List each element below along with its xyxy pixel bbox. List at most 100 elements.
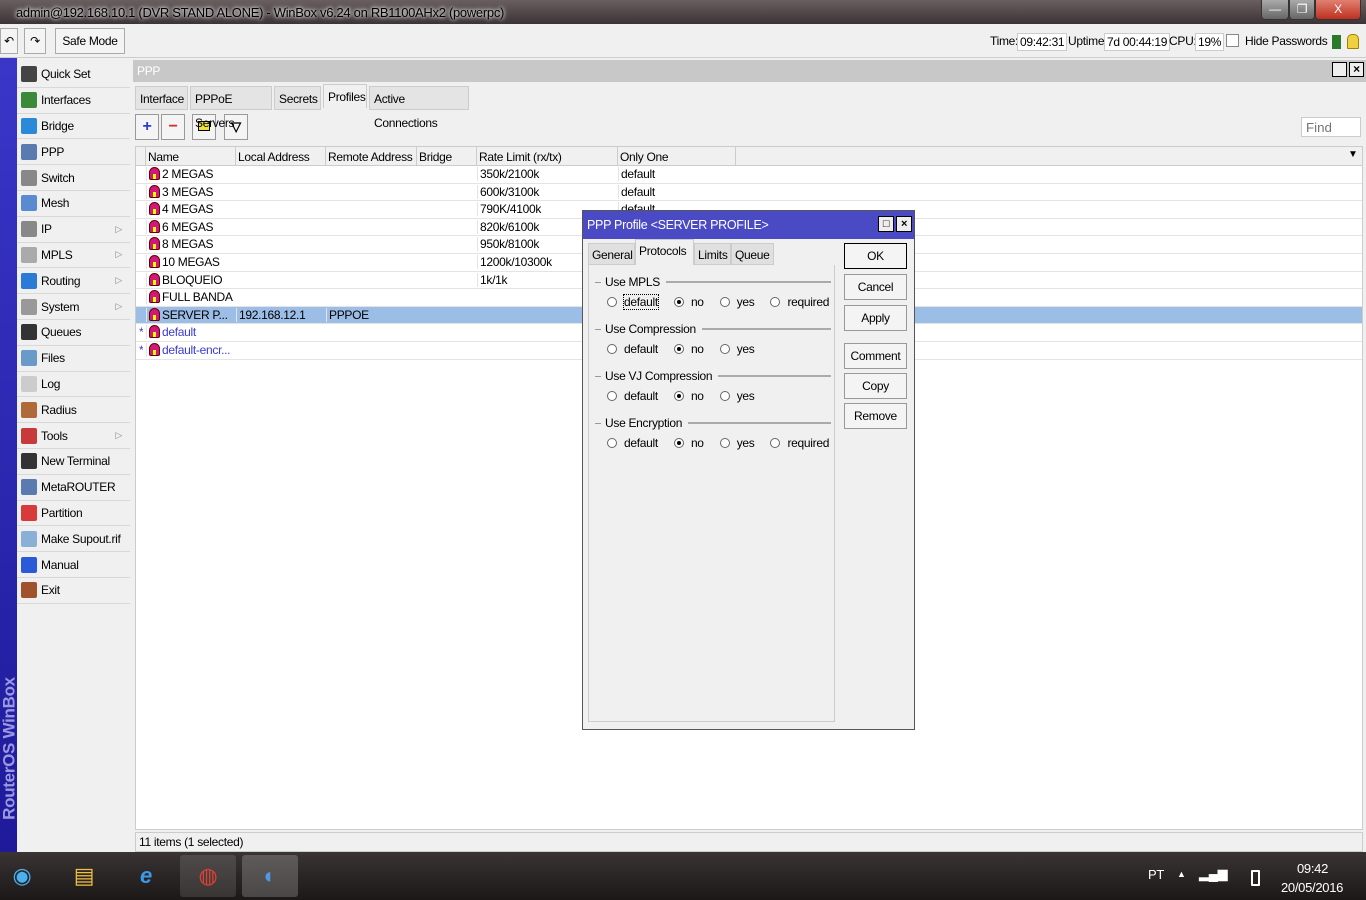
- volume-icon[interactable]: 🔈︎: [1223, 865, 1231, 882]
- column-header-rate[interactable]: Rate Limit (rx/tx): [477, 147, 618, 166]
- tab-protocols[interactable]: Protocols: [635, 239, 694, 265]
- sidebar-item-exit[interactable]: Exit: [17, 578, 130, 604]
- table-row[interactable]: 2 MEGAS 350k/2100k default: [136, 166, 1362, 184]
- tab-general[interactable]: General: [588, 243, 635, 265]
- radio-button[interactable]: [607, 438, 617, 448]
- language-indicator[interactable]: PT: [1148, 867, 1164, 882]
- tab-profiles[interactable]: Profiles: [323, 84, 367, 108]
- sidebar-item-interfaces[interactable]: Interfaces: [17, 88, 130, 114]
- column-header-remote[interactable]: Remote Address: [326, 147, 417, 166]
- group-use-encryption: Use Encryption default no yes required: [595, 416, 831, 450]
- radio-required[interactable]: required: [770, 436, 829, 450]
- remove-button[interactable]: −: [161, 114, 185, 140]
- radio-button[interactable]: [607, 344, 617, 354]
- sidebar-item-new-terminal[interactable]: New Terminal: [17, 449, 130, 475]
- ok-button[interactable]: OK: [844, 243, 907, 269]
- column-menu-icon[interactable]: ▼: [1348, 149, 1358, 160]
- radio-default[interactable]: default: [607, 389, 658, 403]
- safe-mode-button[interactable]: Safe Mode: [55, 28, 125, 54]
- column-header-local[interactable]: Local Address: [236, 147, 326, 166]
- sidebar-item-routing[interactable]: Routing ▷: [17, 268, 130, 295]
- tab-pppoe-servers[interactable]: PPPoE Servers: [190, 86, 272, 130]
- sidebar-item-mesh[interactable]: Mesh: [17, 191, 130, 217]
- radio-no[interactable]: no: [673, 389, 704, 403]
- close-icon[interactable]: ×: [1349, 62, 1364, 77]
- sidebar-item-radius[interactable]: Radius: [17, 397, 130, 424]
- sidebar-item-mpls[interactable]: MPLS ▷: [17, 243, 130, 269]
- radio-default[interactable]: default: [607, 436, 658, 450]
- tab-limits[interactable]: Limits: [694, 243, 731, 265]
- radio-no[interactable]: no: [673, 436, 704, 450]
- comment-button[interactable]: Comment: [844, 343, 907, 369]
- redo-button[interactable]: ↷: [24, 28, 46, 54]
- undo-button[interactable]: ↶: [0, 28, 18, 54]
- sidebar-item-ppp[interactable]: PPP: [17, 139, 130, 166]
- column-header-bridge[interactable]: Bridge: [417, 147, 477, 166]
- radio-button[interactable]: [673, 297, 684, 307]
- radio-button[interactable]: [607, 297, 617, 307]
- copy-button[interactable]: Copy: [844, 373, 907, 399]
- minimize-button[interactable]: —: [1261, 0, 1289, 20]
- sidebar-item-manual[interactable]: Manual: [17, 552, 130, 578]
- radio-yes[interactable]: yes: [719, 436, 755, 450]
- radio-required[interactable]: required: [770, 295, 829, 309]
- sidebar-item-make-supout-rif[interactable]: Make Supout.rif: [17, 526, 130, 553]
- radio-default[interactable]: default: [607, 342, 658, 356]
- add-button[interactable]: +: [135, 114, 159, 140]
- sidebar-item-log[interactable]: Log: [17, 372, 130, 398]
- radio-button[interactable]: [719, 297, 730, 307]
- radio-button[interactable]: [770, 438, 781, 448]
- sidebar-item-bridge[interactable]: Bridge: [17, 114, 130, 140]
- tab-active-connections[interactable]: Active Connections: [369, 86, 469, 130]
- chrome-taskbar-icon[interactable]: ◍: [180, 855, 236, 897]
- radio-button[interactable]: [719, 391, 730, 401]
- restore-button[interactable]: ❐: [1289, 0, 1315, 20]
- radio-yes[interactable]: yes: [719, 342, 755, 356]
- tab-interface[interactable]: Interface: [135, 86, 188, 110]
- column-header-only_one[interactable]: Only One: [618, 147, 736, 166]
- sidebar-item-system[interactable]: System ▷: [17, 294, 130, 320]
- sidebar-item-partition[interactable]: Partition: [17, 501, 130, 527]
- table-row[interactable]: 3 MEGAS 600k/3100k default: [136, 184, 1362, 202]
- radio-yes[interactable]: yes: [719, 389, 755, 403]
- ie-taskbar-icon[interactable]: e: [118, 855, 174, 897]
- show-hidden-icons[interactable]: ▲: [1177, 869, 1186, 879]
- clock-time[interactable]: 09:42: [1297, 861, 1328, 876]
- submenu-arrow-icon: ▷: [115, 275, 122, 286]
- apply-button[interactable]: Apply: [844, 305, 907, 331]
- radio-no[interactable]: no: [673, 342, 704, 356]
- remove-button[interactable]: Remove: [844, 403, 907, 429]
- find-input[interactable]: [1301, 117, 1361, 137]
- winbox-taskbar-icon[interactable]: ◐: [242, 855, 298, 897]
- radio-no[interactable]: no: [673, 295, 704, 309]
- explorer-taskbar-icon[interactable]: ▤: [56, 855, 112, 897]
- column-header-name[interactable]: Name: [146, 147, 236, 166]
- radio-button[interactable]: [673, 344, 684, 354]
- radio-button[interactable]: [719, 344, 730, 354]
- battery-icon[interactable]: [1251, 870, 1260, 886]
- start-button[interactable]: ◉: [0, 855, 44, 897]
- radio-button[interactable]: [770, 297, 781, 307]
- radio-button[interactable]: [719, 438, 730, 448]
- sidebar-item-tools[interactable]: Tools ▷: [17, 423, 130, 449]
- hide-passwords-checkbox[interactable]: [1226, 34, 1239, 47]
- radio-button[interactable]: [607, 391, 617, 401]
- close-button[interactable]: X: [1315, 0, 1361, 20]
- sidebar-item-switch[interactable]: Switch: [17, 165, 130, 191]
- tab-secrets[interactable]: Secrets: [274, 86, 321, 110]
- sidebar-item-quick-set[interactable]: Quick Set: [17, 62, 130, 88]
- radio-button[interactable]: [673, 438, 684, 448]
- sidebar-item-files[interactable]: Files: [17, 346, 130, 372]
- maximize-icon[interactable]: [1332, 62, 1347, 77]
- radio-button[interactable]: [673, 391, 684, 401]
- maximize-icon[interactable]: □: [878, 216, 894, 232]
- tab-queue[interactable]: Queue: [731, 243, 774, 265]
- sidebar-item-metarouter[interactable]: MetaROUTER: [17, 475, 130, 501]
- cancel-button[interactable]: Cancel: [844, 274, 907, 300]
- sidebar-item-queues[interactable]: Queues: [17, 320, 130, 346]
- radio-default[interactable]: default: [607, 294, 659, 310]
- close-icon[interactable]: ×: [896, 216, 912, 232]
- radio-yes[interactable]: yes: [719, 295, 755, 309]
- clock-date[interactable]: 20/05/2016: [1281, 880, 1343, 895]
- sidebar-item-ip[interactable]: IP ▷: [17, 217, 130, 243]
